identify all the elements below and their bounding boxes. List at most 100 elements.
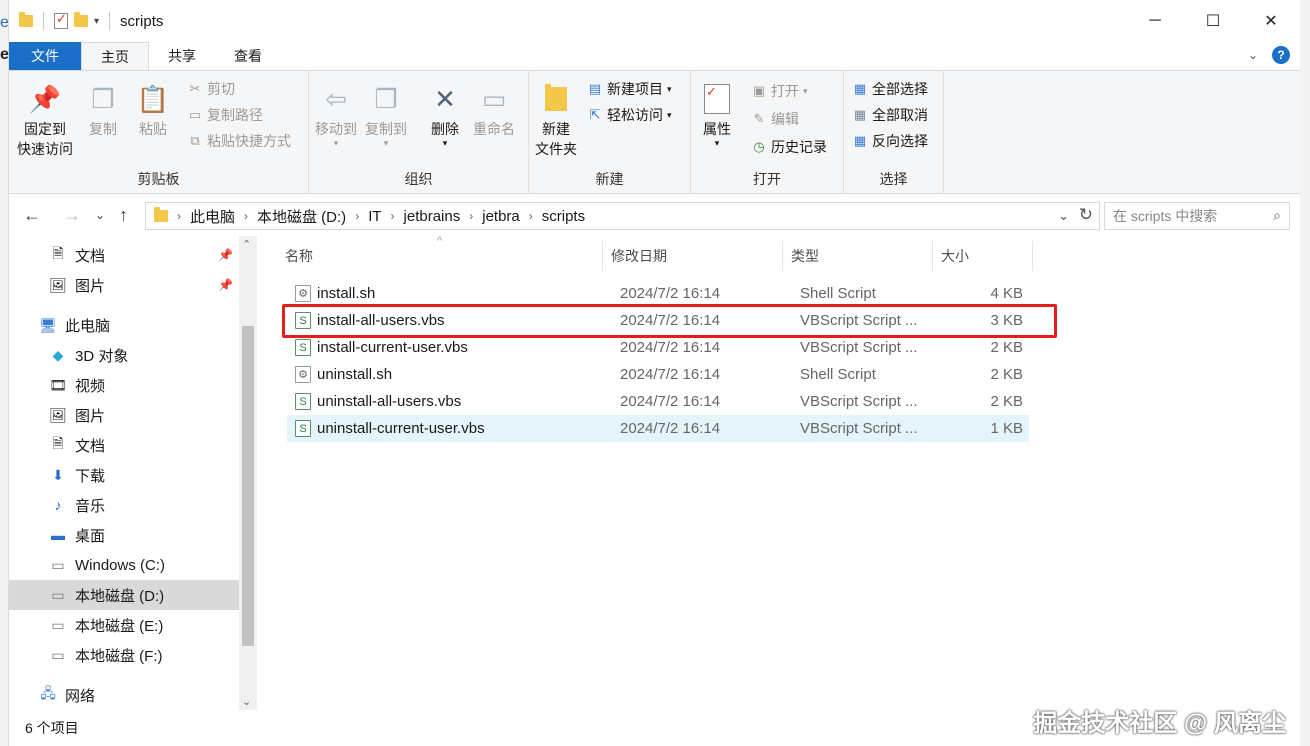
file-row[interactable]: ⚙ install.sh 2024/7/2 16:14 Shell Script…: [287, 280, 1029, 307]
move-to-button[interactable]: ⇦ 移动到 ▾: [315, 81, 357, 148]
nav-item-music[interactable]: ♪ 音乐: [9, 490, 239, 520]
easy-access-button[interactable]: ⇱ 轻松访问 ▾: [587, 105, 672, 125]
copy-icon: ❐: [91, 84, 115, 114]
column-header-date[interactable]: 修改日期: [603, 241, 783, 271]
qat-dropdown-icon[interactable]: ▾: [94, 16, 99, 27]
explorer-window: ▾ scripts ─ ☐ ✕ 文件 主页 共享 查看 ⌄ ? 📌 固定到 快速…: [9, 0, 1300, 746]
nav-item-downloads[interactable]: ⬇ 下载: [9, 460, 239, 490]
select-all-button[interactable]: ▦ 全部选择: [852, 79, 928, 99]
column-header-type[interactable]: 类型: [783, 241, 933, 271]
pin-icon: 📌: [28, 84, 62, 114]
file-row[interactable]: S uninstall-current-user.vbs 2024/7/2 16…: [287, 415, 1029, 442]
scroll-down-icon[interactable]: ⌄: [242, 695, 251, 708]
edit-button[interactable]: ✎ 编辑: [751, 109, 799, 129]
paste-button[interactable]: 📋 粘贴: [137, 81, 169, 139]
select-group-label: 选择: [879, 171, 908, 187]
nav-item-network[interactable]: 🖧 网络: [9, 680, 239, 710]
nav-item-videos[interactable]: 🎞 视频: [9, 370, 239, 400]
delete-button[interactable]: ✕ 删除 ▾: [429, 81, 461, 148]
breadcrumb-it[interactable]: IT: [368, 208, 381, 225]
nav-item-desktop[interactable]: ▬ 桌面: [9, 520, 239, 550]
refresh-icon[interactable]: ↻: [1079, 205, 1093, 225]
nav-scrollbar[interactable]: ⌃ ⌄: [239, 236, 257, 710]
address-dropdown-icon[interactable]: ⌄: [1058, 208, 1069, 224]
history-button[interactable]: ◷ 历史记录: [751, 137, 827, 157]
rename-button[interactable]: ▭ 重命名: [473, 81, 515, 139]
organize-group: ⇦ 移动到 ▾ ❐ 复制到 ▾ ✕ 删除 ▾ ▭ 重命名 组织: [309, 71, 529, 193]
new-folder-icon: [540, 81, 572, 117]
copy-path-button[interactable]: ▭ 复制路径: [187, 105, 263, 125]
new-group-label: 新建: [595, 171, 624, 187]
file-row[interactable]: S uninstall-all-users.vbs 2024/7/2 16:14…: [287, 388, 1029, 415]
new-folder-icon[interactable]: [74, 12, 88, 27]
forward-arrow-icon[interactable]: →: [63, 205, 81, 226]
column-header-name[interactable]: ^ 名称: [277, 235, 603, 271]
address-bar[interactable]: › 此电脑 › 本地磁盘 (D:) › IT › jetbrains › jetbra ›…: [145, 202, 1100, 230]
tab-share[interactable]: 共享: [149, 42, 215, 70]
folder-icon: [154, 207, 168, 222]
nav-item-drive-f[interactable]: ▭ 本地磁盘 (F:): [9, 640, 239, 670]
file-list: ^ 名称 修改日期 类型 大小 ⚙ install.sh 2024/7/2 16…: [277, 235, 1300, 710]
invert-selection-button[interactable]: ▦ 反向选择: [852, 131, 928, 151]
breadcrumb-scripts[interactable]: scripts: [542, 208, 585, 225]
properties-button[interactable]: 属性 ▾: [701, 81, 733, 148]
file-row[interactable]: ⚙ uninstall.sh 2024/7/2 16:14 Shell Scri…: [287, 361, 1029, 388]
paste-shortcut-button[interactable]: ⧉ 粘贴快捷方式: [187, 131, 291, 151]
scroll-up-icon[interactable]: ⌃: [242, 238, 251, 251]
up-arrow-icon[interactable]: ↑: [119, 205, 128, 226]
minimize-button[interactable]: ─: [1126, 0, 1184, 42]
column-header-size[interactable]: 大小: [933, 241, 1033, 271]
cut-button[interactable]: ✂ 剪切: [187, 79, 235, 99]
nav-item-drive-d[interactable]: ▭ 本地磁盘 (D:): [9, 580, 239, 610]
organize-group-label: 组织: [404, 171, 433, 187]
vbscript-icon: S: [295, 420, 311, 437]
tab-view[interactable]: 查看: [215, 42, 281, 70]
window-title: scripts: [120, 12, 164, 30]
nav-item-drive-c[interactable]: ▭ Windows (C:): [9, 550, 239, 580]
scroll-thumb[interactable]: [242, 326, 254, 646]
breadcrumb-drive-d[interactable]: 本地磁盘 (D:): [257, 206, 346, 227]
tab-file[interactable]: 文件: [9, 42, 81, 70]
open-group-label: 打开: [753, 171, 781, 187]
select-none-button[interactable]: ▦ 全部取消: [852, 105, 928, 125]
nav-item-drive-e[interactable]: ▭ 本地磁盘 (E:): [9, 610, 239, 640]
document-icon: 🗎: [52, 245, 64, 261]
nav-item-pictures-pinned[interactable]: 🖼 图片 📌: [9, 270, 239, 300]
tab-home[interactable]: 主页: [81, 42, 149, 70]
shell-script-icon: ⚙: [295, 366, 311, 383]
close-button[interactable]: ✕: [1242, 0, 1300, 42]
new-folder-button[interactable]: 新建 文件夹: [535, 81, 577, 159]
file-row[interactable]: S install-current-user.vbs 2024/7/2 16:1…: [287, 334, 1029, 361]
nav-item-pictures[interactable]: 🖼 图片: [9, 400, 239, 430]
download-icon: ⬇: [52, 466, 64, 483]
rename-icon: ▭: [481, 84, 507, 114]
new-item-icon: ▤: [588, 81, 602, 96]
background-window-strip: ee: [0, 0, 9, 746]
background-window-strip-right: [1299, 0, 1310, 746]
select-none-icon: ▦: [853, 107, 867, 122]
vbscript-icon: S: [295, 339, 311, 356]
highlight-annotation-box: [282, 304, 1057, 338]
new-item-button[interactable]: ▤ 新建项目 ▾: [587, 79, 672, 99]
search-input[interactable]: 在 scripts 中搜索 ⌕: [1104, 202, 1290, 230]
quick-access-toolbar: ▾: [9, 11, 114, 30]
breadcrumb-jetbrains[interactable]: jetbrains: [404, 208, 461, 225]
nav-item-documents-pinned[interactable]: 🗎 文档 📌: [9, 240, 239, 270]
status-bar: 6 个项目 掘金技术社区 @ 风离尘: [9, 710, 1300, 746]
nav-item-3d-objects[interactable]: ◆ 3D 对象: [9, 340, 239, 370]
breadcrumb-jetbra[interactable]: jetbra: [482, 208, 520, 225]
vbscript-icon: S: [295, 393, 311, 410]
copy-button[interactable]: ❐ 复制: [87, 81, 119, 139]
recent-locations-icon[interactable]: ⌄: [95, 208, 105, 222]
properties-check-icon[interactable]: [54, 11, 68, 29]
back-arrow-icon[interactable]: ←: [23, 205, 41, 226]
copy-to-button[interactable]: ❐ 复制到 ▾: [365, 81, 407, 148]
help-icon[interactable]: ?: [1272, 46, 1290, 64]
expand-ribbon-icon[interactable]: ⌄: [1248, 48, 1258, 62]
nav-item-documents[interactable]: 🗎 文档: [9, 430, 239, 460]
nav-item-this-pc[interactable]: 🖥 此电脑: [9, 310, 239, 340]
pin-quick-access-button[interactable]: 📌 固定到 快速访问: [17, 81, 73, 159]
open-button[interactable]: ▣ 打开 ▾: [751, 81, 808, 101]
breadcrumb-this-pc[interactable]: 此电脑: [190, 206, 235, 227]
maximize-button[interactable]: ☐: [1184, 0, 1242, 42]
